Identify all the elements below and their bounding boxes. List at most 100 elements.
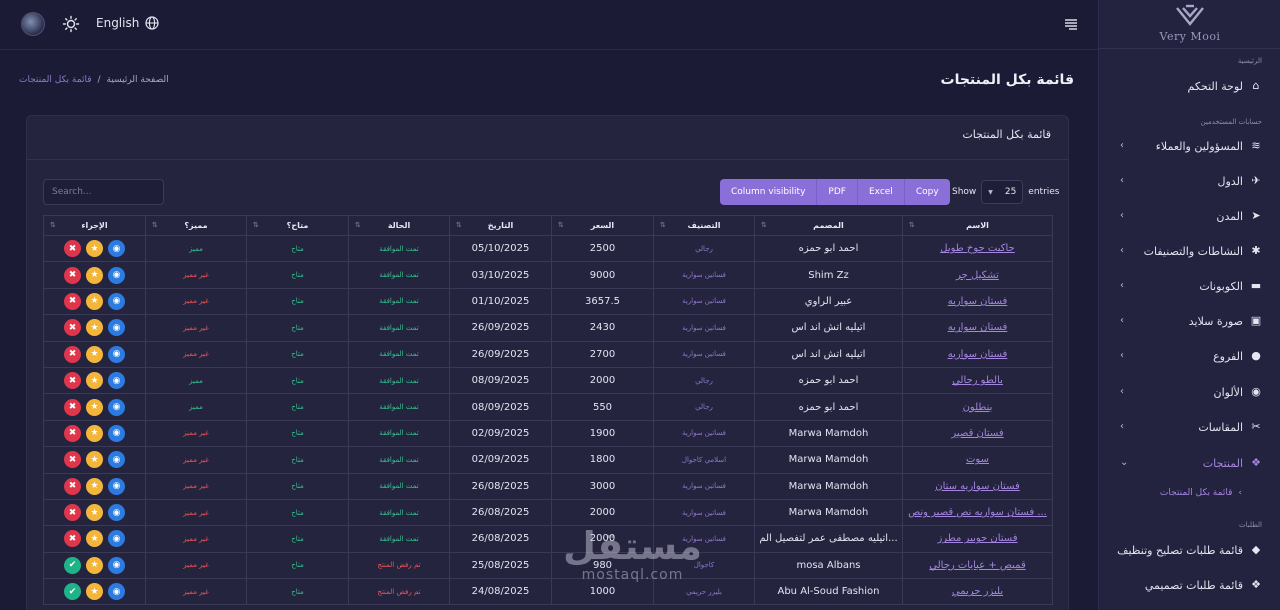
copy-button[interactable]: Copy [903, 179, 950, 205]
language-switcher[interactable]: English [96, 16, 159, 30]
feature-button[interactable]: ★ [86, 266, 103, 284]
delete-button[interactable]: ✖ [64, 345, 81, 363]
col-header-name[interactable]: ⇅ الاسم [902, 215, 1053, 236]
cell-product-name[interactable]: بنطلون [902, 393, 1053, 421]
view-button[interactable]: ◉ [108, 477, 125, 495]
feature-button[interactable]: ★ [86, 583, 103, 601]
view-button[interactable]: ◉ [108, 240, 125, 258]
delete-button[interactable]: ✖ [64, 530, 81, 548]
view-button[interactable]: ◉ [108, 266, 125, 284]
search-input[interactable] [43, 179, 164, 205]
table-row[interactable]: ✖ ★ ◉ غير مميز متاح تمت الموافقة 01/10/2025 365… [43, 287, 1053, 316]
table-row[interactable]: ✖ ★ ◉ غير مميز متاح تمت الموافقة 02/09/2025 190… [43, 419, 1053, 448]
cell-product-name[interactable]: فستان جوبير مطرز [902, 525, 1053, 553]
feature-button[interactable]: ★ [86, 240, 103, 258]
col-header-price[interactable]: ⇅ السعر [551, 215, 654, 236]
table-row[interactable]: ✖ ★ ◉ مميز متاح تمت الموافقة 05/10/2025 2500 رجا… [43, 234, 1053, 263]
sidebar-item-colors[interactable]: ‹ الألوان ◉ [1098, 382, 1280, 402]
pdf-button[interactable]: PDF [816, 179, 857, 205]
delete-button[interactable]: ✖ [64, 266, 81, 284]
cell-product-name[interactable]: فستان سواريه نص قصير ونص ... [902, 498, 1053, 527]
sidebar-item-dashboard[interactable]: لوحة التحكم ⌂ [1098, 76, 1280, 96]
delete-button[interactable]: ✖ [64, 319, 81, 337]
delete-button[interactable]: ✖ [64, 424, 81, 442]
delete-button[interactable]: ✖ [64, 240, 81, 258]
cell-product-name[interactable]: تشكيل جر [902, 261, 1053, 289]
view-button[interactable]: ◉ [108, 292, 125, 310]
feature-button[interactable]: ★ [86, 556, 103, 574]
cell-product-name[interactable]: فستان سواريه [902, 340, 1053, 368]
view-button[interactable]: ◉ [108, 372, 125, 390]
view-button[interactable]: ◉ [108, 504, 125, 522]
view-button[interactable]: ◉ [108, 556, 125, 574]
view-button[interactable]: ◉ [108, 451, 125, 469]
sidebar-item-branches[interactable]: ‹ الفروع ● [1098, 346, 1280, 366]
feature-button[interactable]: ★ [86, 424, 103, 442]
sidebar-item-slider-images[interactable]: ‹ صورة سلايد ▣ [1098, 311, 1280, 331]
feature-button[interactable]: ★ [86, 398, 103, 416]
sun-icon[interactable] [62, 15, 80, 33]
cell-product-name[interactable]: سوت [902, 446, 1053, 474]
col-header-date[interactable]: ⇅ التاريخ [449, 215, 552, 236]
delete-button[interactable]: ✖ [64, 504, 81, 522]
excel-button[interactable]: Excel [856, 179, 904, 205]
sidebar-subitem-all-products[interactable]: قائمة بكل المنتجات ‹ [1160, 488, 1242, 498]
cell-product-name[interactable]: بليزر حريمي [902, 578, 1053, 606]
cell-product-name[interactable]: قميص + عبايات رجالي [902, 551, 1053, 580]
feature-button[interactable]: ★ [86, 372, 103, 390]
table-row[interactable]: ✖ ★ ◉ غير مميز متاح تمت الموافقة 02/09/2025 180… [43, 446, 1053, 474]
user-avatar[interactable] [21, 12, 45, 36]
delete-button[interactable]: ✖ [64, 292, 81, 310]
col-header-available[interactable]: ⇅ متاح؟ [246, 215, 349, 236]
feature-button[interactable]: ★ [86, 504, 103, 522]
breadcrumb-home[interactable]: الصفحة الرئيسية [107, 75, 169, 85]
approve-button[interactable]: ✔ [64, 583, 81, 601]
delete-button[interactable]: ✖ [64, 477, 81, 495]
cell-product-name[interactable]: فستان سواريه [902, 287, 1053, 316]
view-button[interactable]: ◉ [108, 424, 125, 442]
feature-button[interactable]: ★ [86, 451, 103, 469]
feature-button[interactable]: ★ [86, 292, 103, 310]
delete-button[interactable]: ✖ [64, 372, 81, 390]
sidebar-item-coupons[interactable]: ‹ الكوبونات ▬ [1098, 276, 1280, 296]
table-row[interactable]: ✖ ★ ◉ مميز متاح تمت الموافقة 08/09/2025 550 رجال… [43, 393, 1053, 421]
view-button[interactable]: ◉ [108, 530, 125, 548]
table-row[interactable]: ✖ ★ ◉ مميز متاح تمت الموافقة 08/09/2025 2000 رجا… [43, 366, 1053, 395]
sidebar-item-sizes[interactable]: ‹ المقاسات ✂ [1098, 417, 1280, 437]
approve-button[interactable]: ✔ [64, 556, 81, 574]
table-row[interactable]: ✖ ★ ◉ غير مميز متاح تمت الموافقة 26/08/2025 200… [43, 498, 1053, 527]
cell-product-name[interactable]: جاكيت جوخ طويل [902, 234, 1053, 263]
col-header-featured[interactable]: ⇅ مميز؟ [145, 215, 247, 236]
table-row[interactable]: ✖ ★ ◉ غير مميز متاح تمت الموافقة 26/09/2025 243… [43, 314, 1053, 342]
view-button[interactable]: ◉ [108, 583, 125, 601]
col-header-status[interactable]: ⇅ الحالة [348, 215, 450, 236]
view-button[interactable]: ◉ [108, 319, 125, 337]
view-button[interactable]: ◉ [108, 398, 125, 416]
sidebar-item-products[interactable]: ⌄ المنتجات ❖ [1098, 453, 1280, 473]
delete-button[interactable]: ✖ [64, 451, 81, 469]
table-row[interactable]: ✖ ★ ◉ غير مميز متاح تمت الموافقة 26/08/2025 200… [43, 525, 1053, 553]
cell-product-name[interactable]: فستان سواريه ستان [902, 472, 1053, 500]
table-row[interactable]: ✔ ★ ◉ غير مميز متاح تم رفض المنتج 25/08/2025 98… [43, 551, 1053, 580]
feature-button[interactable]: ★ [86, 530, 103, 548]
sidebar-item-repair-orders[interactable]: قائمة طلبات تصليح وتنظيف ◆ [1098, 540, 1280, 560]
feature-button[interactable]: ★ [86, 345, 103, 363]
column-visibility-button[interactable]: Column visibility [720, 179, 816, 205]
table-row[interactable]: ✖ ★ ◉ غير مميز متاح تمت الموافقة 03/10/2025 900… [43, 261, 1053, 289]
menu-toggle-icon[interactable] [1064, 17, 1078, 31]
cell-product-name[interactable]: فستان قصير [902, 419, 1053, 448]
col-header-actions[interactable]: ⇅ الإجراء [43, 215, 146, 236]
table-row[interactable]: ✔ ★ ◉ غير مميز متاح تم رفض المنتج 24/08/2025 10… [43, 578, 1053, 606]
table-row[interactable]: ✖ ★ ◉ غير مميز متاح تمت الموافقة 26/08/2025 300… [43, 472, 1053, 500]
cell-product-name[interactable]: بالطو رجالي [902, 366, 1053, 395]
sidebar-item-activities[interactable]: ‹ النشاطات والتصنيفات ✱ [1098, 241, 1280, 261]
feature-button[interactable]: ★ [86, 477, 103, 495]
col-header-designer[interactable]: ⇅ المصمم [754, 215, 903, 236]
table-row[interactable]: ✖ ★ ◉ غير مميز متاح تمت الموافقة 26/09/2025 270… [43, 340, 1053, 368]
entries-select[interactable]: ▼ 25 [981, 180, 1024, 204]
delete-button[interactable]: ✖ [64, 398, 81, 416]
sidebar-item-cities[interactable]: ‹ المدن ➤ [1098, 206, 1280, 226]
sidebar-item-admins-clients[interactable]: ‹ المسؤولين والعملاء ≋ [1098, 136, 1280, 156]
cell-product-name[interactable]: فستان سواريه [902, 314, 1053, 342]
sidebar-item-countries[interactable]: ‹ الدول ✈ [1098, 171, 1280, 191]
